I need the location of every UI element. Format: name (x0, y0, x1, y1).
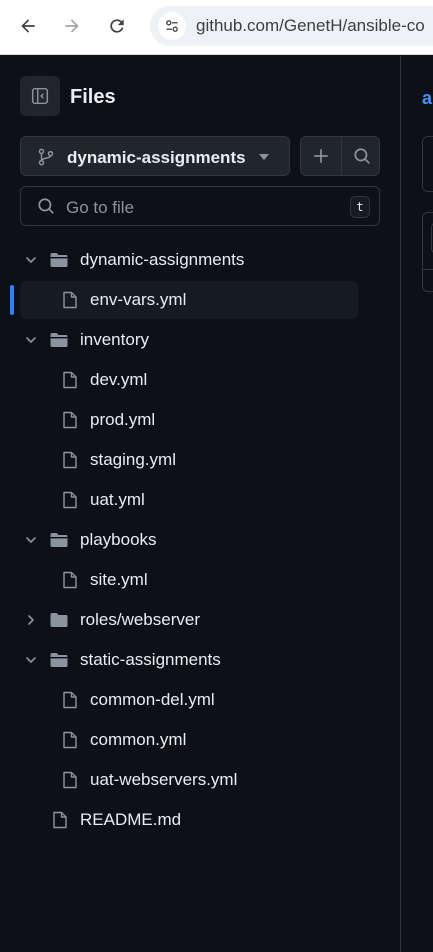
tree-file-row[interactable]: staging.yml (20, 441, 358, 479)
tree-item-label: prod.yml (90, 410, 156, 429)
search-icon (354, 148, 370, 164)
browser-toolbar: github.com/GenetH/ansible-co (0, 0, 433, 55)
tree-file-row[interactable]: common-del.yml (20, 681, 358, 719)
arrow-left-icon (21, 19, 35, 33)
selection-indicator (10, 285, 14, 315)
tree-item-label: roles/webserver (80, 610, 200, 629)
tree-item-label: dynamic-assignments (80, 250, 245, 269)
tree-file-row[interactable]: dev.yml (20, 361, 358, 399)
file-icon (60, 410, 80, 430)
folder-open-icon (49, 650, 69, 670)
file-tree-sidebar: Files dynamic-assignments Go to file t d… (0, 56, 400, 952)
tree-item-label: dev.yml (90, 370, 148, 389)
tune-icon (166, 20, 178, 32)
file-icon (60, 370, 80, 390)
tree-item-label: uat-webservers.yml (90, 770, 238, 789)
file-icon (60, 490, 80, 510)
chevron-down-icon[interactable] (23, 332, 39, 348)
reload-button[interactable] (101, 10, 133, 42)
tree-folder-row[interactable]: roles/webserver (20, 601, 358, 639)
url-text: github.com/GenetH/ansible-co (196, 16, 425, 35)
file-icon (60, 290, 80, 310)
search-button[interactable] (342, 137, 382, 175)
branch-selector[interactable]: dynamic-assignments (20, 136, 290, 176)
collapse-sidebar-button[interactable] (20, 76, 60, 116)
tree-item-label: common-del.yml (90, 690, 215, 709)
back-button[interactable] (12, 10, 44, 42)
git-branch-icon (38, 148, 54, 166)
go-to-file-placeholder: Go to file (66, 198, 135, 217)
reload-icon (110, 19, 124, 33)
file-icon (60, 450, 80, 470)
search-icon (38, 198, 54, 214)
caret-down-icon (259, 154, 269, 160)
arrow-right-icon (65, 19, 79, 33)
breadcrumb-link[interactable]: a (422, 88, 432, 109)
file-box (422, 212, 433, 292)
file-icon (50, 810, 70, 830)
tree-item-label: playbooks (80, 530, 157, 549)
plus-icon (314, 149, 328, 163)
tree-folder-row[interactable]: dynamic-assignments (20, 241, 358, 279)
sidebar-collapse-icon (31, 87, 49, 105)
tree-file-row[interactable]: common.yml (20, 721, 358, 759)
go-to-file-input[interactable]: Go to file t (20, 186, 380, 226)
header-box (422, 136, 433, 192)
address-bar[interactable]: github.com/GenetH/ansible-co (150, 6, 433, 46)
branch-name: dynamic-assignments (67, 148, 246, 167)
folder-open-icon (49, 330, 69, 350)
tree-folder-row[interactable]: playbooks (20, 521, 358, 559)
tree-file-row[interactable]: uat-webservers.yml (20, 761, 358, 799)
file-actions-group (300, 136, 380, 176)
tree-item-label: staging.yml (90, 450, 176, 469)
tree-item-label: inventory (80, 330, 149, 349)
tree-item-label: env-vars.yml (90, 290, 187, 309)
folder-open-icon (49, 250, 69, 270)
tree-item-label: site.yml (90, 570, 148, 589)
add-file-button[interactable] (301, 137, 341, 175)
keyboard-shortcut-hint: t (350, 196, 370, 218)
main-content: a (401, 56, 433, 952)
chevron-down-icon[interactable] (23, 532, 39, 548)
tree-folder-row[interactable]: inventory (20, 321, 358, 359)
tree-item-label: README.md (80, 810, 182, 829)
tree-file-row[interactable]: README.md (20, 801, 358, 839)
chevron-down-icon[interactable] (23, 252, 39, 268)
forward-button[interactable] (56, 10, 88, 42)
folder-icon (49, 610, 69, 630)
site-info-button[interactable] (158, 12, 186, 40)
tree-file-row[interactable]: uat.yml (20, 481, 358, 519)
tree-item-label: uat.yml (90, 490, 145, 509)
tree-folder-row[interactable]: static-assignments (20, 641, 358, 679)
folder-open-icon (49, 530, 69, 550)
file-icon (60, 570, 80, 590)
file-icon (60, 690, 80, 710)
file-icon (60, 770, 80, 790)
file-box-divider (423, 269, 433, 270)
tree-file-row[interactable]: site.yml (20, 561, 358, 599)
tree-item-label: common.yml (90, 730, 187, 749)
files-heading: Files (70, 86, 116, 108)
chevron-down-icon[interactable] (23, 652, 39, 668)
tree-file-row[interactable]: env-vars.yml (20, 281, 358, 319)
tree-item-label: static-assignments (80, 650, 221, 669)
file-icon (60, 730, 80, 750)
chevron-right-icon[interactable] (23, 612, 39, 628)
tree-file-row[interactable]: prod.yml (20, 401, 358, 439)
